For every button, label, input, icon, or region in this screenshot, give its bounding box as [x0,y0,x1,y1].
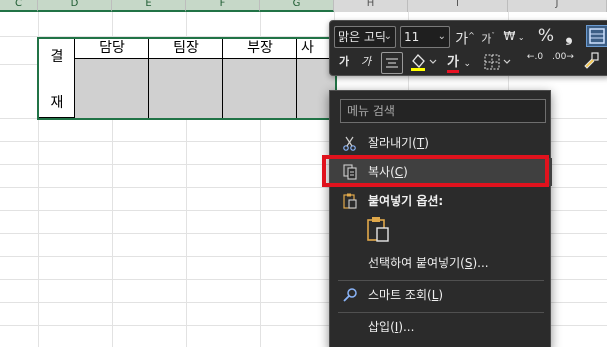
chevron-down-icon: ⌄ [463,59,471,69]
borders-icon [484,54,511,70]
increase-decimal-icon: ←.0 [526,52,544,62]
menu-item-label: 스마트 조회(L) [368,288,444,302]
comma-style-button[interactable]: ❟ [560,26,578,46]
scissors-icon [343,136,356,151]
format-painter-table-button[interactable] [586,25,607,47]
chevron-down-icon: ⌄ [515,33,525,42]
clipboard-icon [343,193,357,209]
comma-icon: ❟ [565,25,573,46]
font-size-value: 11 [404,30,420,44]
font-color-button[interactable]: 가 ⌄ [442,52,476,74]
approval-side-label-bottom: 재 [50,95,64,111]
approval-header-timjang: 팀장 [173,40,199,56]
approval-table[interactable]: 결 재 담당 팀장 부장 사 [37,37,337,120]
align-center-icon [386,58,398,68]
fill-color-button[interactable] [408,52,438,78]
currency-icon: ₩ [503,29,516,43]
decrease-decimal-button[interactable]: .00→ [550,52,576,62]
approval-side-label-top: 결 [50,49,64,65]
caret-up-icon: ^ [468,31,475,40]
italic-button[interactable]: 가 [357,52,375,72]
align-center-button[interactable] [381,52,403,74]
menu-item-label: 선택하여 붙여넣기(S)... [368,256,489,270]
menu-item-insert[interactable]: 삽입(I)... [330,313,552,341]
column-header-strip: C D E F G H I J [0,0,607,12]
borders-button[interactable] [482,52,516,78]
column-header-i[interactable]: I [408,0,508,12]
column-header-d[interactable]: D [38,0,112,12]
fill-bucket-icon [411,54,437,71]
search-icon [343,288,357,302]
accounting-format-button[interactable]: ₩ ⌄ [500,26,528,48]
excel-window: C D E F G H I J 결 재 담당 팀장 부장 사 맑은 고딕 ⌄ 1… [0,0,607,347]
paintbrush-icon [584,52,599,69]
grow-font-button[interactable]: 가^ [454,26,476,50]
percent-icon: % [537,26,555,46]
approval-sign-cell[interactable] [149,59,223,118]
increase-decimal-button[interactable]: ←.0 [522,52,548,62]
column-header-g[interactable]: G [260,0,334,12]
approval-header-damdang: 담당 [99,40,125,56]
menu-search-input[interactable]: 메뉴 검색 [340,99,546,123]
font-size-combo[interactable]: 11 ⌄ [400,26,450,48]
approval-sign-cell[interactable] [223,59,297,118]
approval-sign-cell[interactable] [75,59,149,118]
menu-item-label: 붙여넣기 옵션: [368,194,444,208]
italic-label: 가 [360,55,372,68]
font-name-combo[interactable]: 맑은 고딕 ⌄ [334,26,396,48]
column-header-j[interactable]: J [508,0,607,12]
menu-item-paste-special[interactable]: 선택하여 붙여넣기(S)... [330,249,552,277]
menu-item-label: 삽입(I)... [368,320,415,334]
column-header-e[interactable]: E [112,0,186,12]
grow-font-label: 가 [455,31,469,48]
context-menu: 메뉴 검색 잘라내기(T) 복사(C) 붙여넣기 옵션: 선택하여 붙여넣기(S… [329,90,552,347]
font-name-value: 맑은 고딕 [338,30,386,44]
caret-down-icon: ˇ [491,32,495,40]
column-header-h[interactable]: H [334,0,408,12]
table-style-icon [589,28,605,44]
column-header-c[interactable]: C [0,0,38,12]
bold-label: 가 [338,55,350,68]
approval-header-bujang: 부장 [247,40,273,56]
bold-button[interactable]: 가 [335,52,353,72]
chevron-down-icon: ⌄ [437,31,446,42]
chevron-down-icon: ⌄ [383,31,392,42]
font-color-label: 가 [447,55,459,73]
mini-toolbar: 맑은 고딕 ⌄ 11 ⌄ 가^ 가ˇ ₩ ⌄ % ❟ 가 가 가 ⌄ ←.0 .… [329,20,607,76]
format-painter-button[interactable] [580,52,602,76]
column-header-f[interactable]: F [186,0,260,12]
shrink-font-button[interactable]: 가ˇ [478,26,498,50]
shrink-font-label: 가 [481,32,492,46]
menu-item-label: 복사(C) [368,165,408,179]
menu-item-copy[interactable]: 복사(C) [330,158,552,186]
decrease-decimal-icon: .00→ [552,52,574,62]
menu-item-label: 잘라내기(T) [368,136,429,150]
paste-clipboard-icon[interactable] [366,216,390,242]
menu-item-paste-options: 붙여넣기 옵션: [330,187,552,215]
menu-item-cut[interactable]: 잘라내기(T) [330,129,552,157]
percent-style-button[interactable]: % [536,26,556,46]
copy-icon [343,164,357,180]
menu-item-smart-lookup[interactable]: 스마트 조회(L) [330,281,552,309]
